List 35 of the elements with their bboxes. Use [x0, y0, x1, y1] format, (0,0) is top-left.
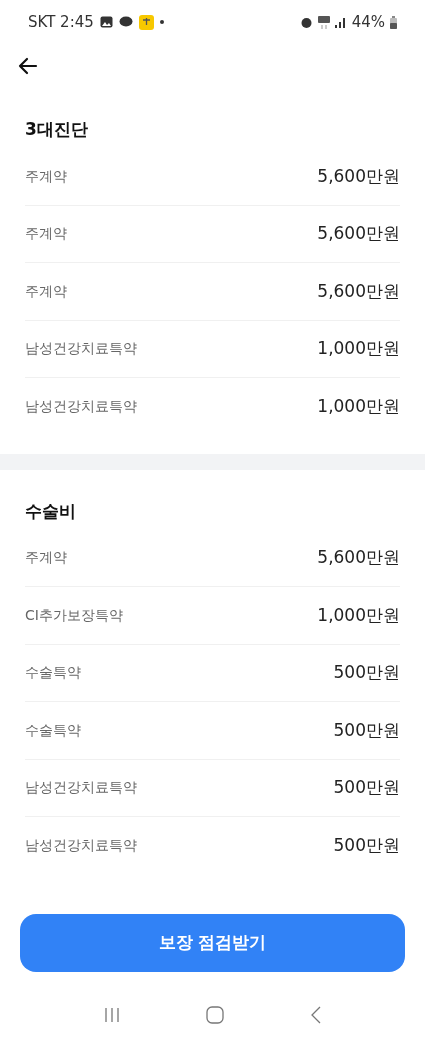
- section-title: 3대진단: [25, 118, 89, 142]
- coverage-label: 수술특약: [25, 720, 81, 740]
- recent-apps-icon[interactable]: [102, 1007, 121, 1023]
- coverage-amount: 500만원: [333, 834, 400, 857]
- coverage-amount: 500만원: [333, 718, 400, 742]
- coverage-label: 주계약: [25, 548, 67, 568]
- coverage-label: 주계약: [25, 224, 67, 244]
- coverage-label: 남성건강치료특약: [25, 339, 137, 359]
- battery-percent: 44%: [351, 11, 385, 33]
- image-icon: [99, 16, 113, 28]
- coverage-amount: 1,000만원: [317, 337, 400, 360]
- signal-icon: [334, 16, 347, 28]
- coverage-label: 주계약: [25, 281, 67, 301]
- coverage-amount: 5,600만원: [317, 164, 400, 188]
- coverage-label: 남성건강치료특약: [25, 397, 137, 417]
- coverage-label: CI추가보장특약: [25, 605, 123, 625]
- coverage-amount: 500만원: [333, 661, 400, 684]
- coverage-label: 남성건강치료특약: [25, 778, 137, 798]
- check-coverage-button[interactable]: 보장 점검받기: [20, 914, 405, 972]
- battery-icon: [390, 15, 397, 29]
- coverage-amount: 1,000만원: [317, 395, 400, 418]
- status-time: SKT 2:45: [28, 11, 94, 33]
- coverage-label: 수술특약: [25, 663, 81, 683]
- coverage-amount: 5,600만원: [317, 546, 400, 569]
- dot-icon: [159, 20, 164, 24]
- app-icon: [138, 14, 154, 30]
- coverage-amount: 5,600만원: [317, 222, 400, 245]
- back-icon[interactable]: [310, 1006, 323, 1024]
- coverage-amount: 1,000만원: [317, 603, 400, 627]
- coverage-label: 남성건강치료특약: [25, 836, 137, 856]
- coverage-amount: 5,600만원: [317, 279, 400, 303]
- section-title: 수술비: [25, 499, 77, 523]
- home-icon[interactable]: [206, 1006, 225, 1024]
- coverage-amount: 500만원: [333, 776, 400, 799]
- coverage-label: 주계약: [25, 166, 67, 186]
